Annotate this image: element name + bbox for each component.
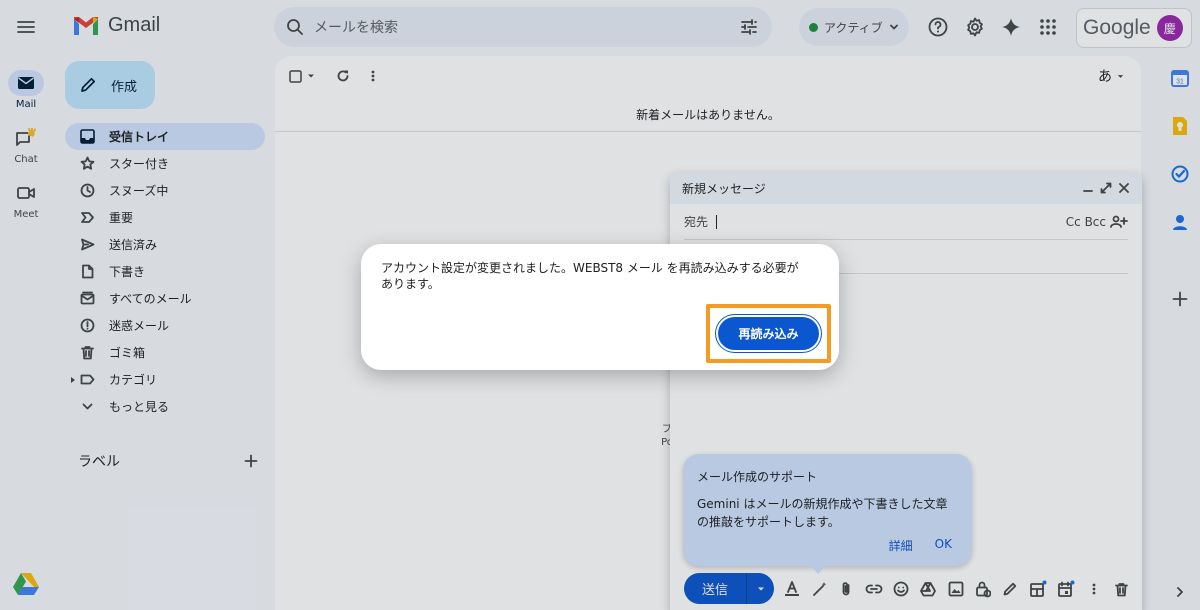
dialog-message: アカウント設定が変更されました。WEBST8 メール を再読み込みする必要があり… bbox=[381, 261, 799, 291]
reload-button[interactable]: 再読み込み bbox=[718, 317, 819, 350]
